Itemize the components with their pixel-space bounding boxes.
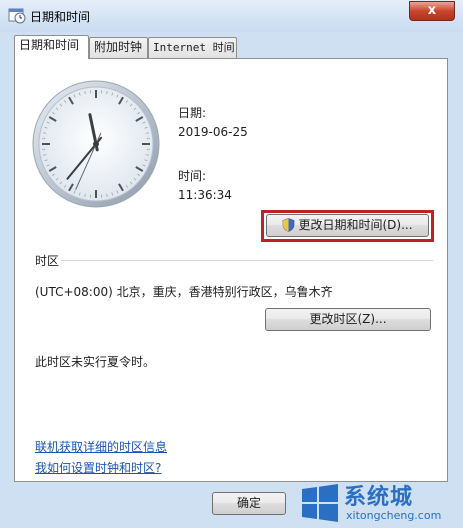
- tab-additional-clocks[interactable]: 附加时钟: [89, 37, 148, 58]
- windows-logo-icon: [302, 484, 338, 522]
- analog-clock: [32, 80, 160, 208]
- ok-button[interactable]: 确定: [212, 492, 286, 515]
- time-label: 时间:: [178, 169, 207, 183]
- how-to-set-clock-link[interactable]: 我如何设置时钟和时区?: [35, 459, 161, 476]
- uac-shield-icon: [283, 218, 295, 232]
- date-label: 日期:: [178, 106, 207, 120]
- tab-panel: 日期: 2019-06-25 时间: 11:36:34 更改日期和时间(D)..…: [14, 58, 448, 482]
- change-date-time-label: 更改日期和时间(D)...: [298, 218, 413, 232]
- window-title: 日期和时间: [30, 10, 91, 24]
- section-divider: [61, 260, 433, 261]
- change-timezone-button[interactable]: 更改时区(Z)...: [265, 308, 431, 331]
- timezone-value: (UTC+08:00) 北京，重庆，香港特别行政区，乌鲁木齐: [35, 285, 333, 299]
- online-timezone-info-link[interactable]: 联机获取详细的时区信息: [35, 438, 167, 455]
- change-date-time-button[interactable]: 更改日期和时间(D)...: [266, 214, 429, 237]
- watermark-brand: 系统城: [344, 485, 414, 510]
- close-button[interactable]: x: [409, 1, 455, 21]
- date-value: 2019-06-25: [178, 125, 248, 139]
- tab-internet-time[interactable]: Internet 时间: [148, 37, 237, 58]
- time-value: 11:36:34: [178, 188, 232, 202]
- title-bar[interactable]: 日期和时间 x: [0, 0, 463, 32]
- date-time-icon: [8, 8, 26, 24]
- timezone-section-label: 时区: [35, 254, 60, 268]
- dst-note: 此时区未实行夏令时。: [35, 355, 156, 369]
- watermark: 系统城 xitongcheng.com: [296, 477, 463, 528]
- tab-date-time[interactable]: 日期和时间: [14, 35, 89, 59]
- watermark-url: xitongcheng.com: [346, 509, 442, 522]
